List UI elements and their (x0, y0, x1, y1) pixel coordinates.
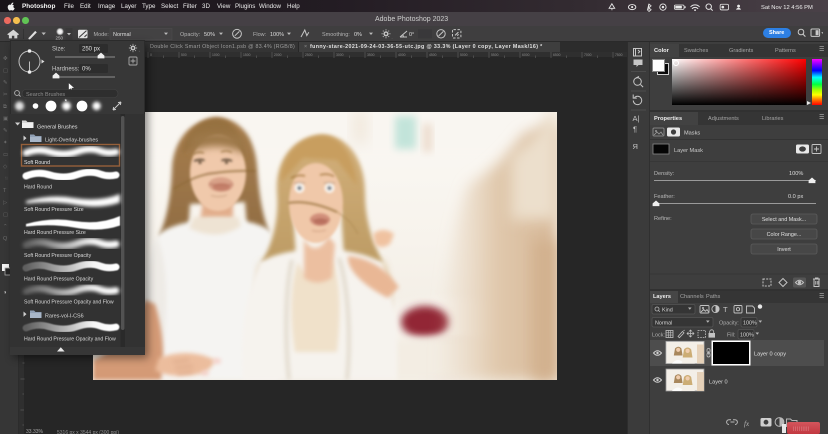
svg-text:Opacity:: Opacity: (180, 32, 201, 38)
svg-text:7000: 7000 (584, 53, 592, 57)
svg-text:Fill:: Fill: (727, 333, 735, 339)
svg-text:◾: ◾ (3, 176, 10, 182)
svg-text:General Brushes: General Brushes (37, 124, 78, 130)
svg-text:fx: fx (744, 420, 750, 428)
svg-text:Hard Round Pressure Size: Hard Round Pressure Size (24, 230, 86, 236)
svg-text:Layer 0 copy: Layer 0 copy (754, 352, 786, 358)
svg-text:5000: 5000 (460, 53, 468, 57)
svg-text:▢: ▢ (3, 212, 9, 218)
svg-text:500: 500 (181, 53, 187, 57)
svg-text:1500: 1500 (243, 53, 251, 57)
svg-text:0: 0 (150, 53, 152, 57)
svg-text:2000: 2000 (274, 53, 282, 57)
svg-text:0.0 px: 0.0 px (788, 194, 803, 200)
svg-text:Hard Round Pressure Opacity: Hard Round Pressure Opacity (24, 276, 94, 282)
svg-text:Size:: Size: (52, 46, 66, 52)
svg-text:Normal: Normal (655, 321, 672, 327)
svg-text:Opacity:: Opacity: (719, 321, 739, 327)
svg-text:0°: 0° (409, 32, 414, 38)
svg-text:▣: ▣ (3, 116, 9, 122)
svg-text:▢: ▢ (3, 68, 9, 74)
svg-text:Light-Overlay-brushes: Light-Overlay-brushes (45, 137, 98, 143)
svg-text:✂: ✂ (3, 92, 8, 98)
svg-text:Select and Mask...: Select and Mask... (762, 217, 806, 223)
svg-text:1000: 1000 (212, 53, 220, 57)
svg-text:250 px: 250 px (82, 46, 100, 52)
svg-text:✎: ✎ (3, 127, 8, 134)
svg-text:Normal: Normal (113, 32, 131, 38)
svg-text:4500: 4500 (429, 53, 437, 57)
svg-text:Hard Round Pressure Opacity an: Hard Round Pressure Opacity and Flow (24, 336, 116, 342)
svg-text:100%: 100% (740, 333, 754, 339)
svg-text:¶: ¶ (633, 125, 637, 134)
svg-text:✥: ✥ (3, 55, 8, 62)
svg-text:⧉: ⧉ (3, 104, 7, 110)
svg-text:Smoothing:: Smoothing: (322, 32, 350, 38)
svg-text:A|: A| (633, 114, 640, 123)
svg-text:Refine:: Refine: (654, 216, 672, 222)
svg-text:T: T (3, 188, 7, 194)
svg-text:Search Brushes: Search Brushes (26, 92, 65, 98)
svg-text:★: ★ (64, 97, 68, 102)
svg-text:Feather:: Feather: (654, 194, 675, 200)
svg-text:Invert: Invert (777, 247, 791, 253)
svg-text:Sat Nov 12 4:56 PM: Sat Nov 12 4:56 PM (761, 5, 813, 11)
svg-text:⌃: ⌃ (3, 223, 8, 230)
svg-text:Soft Round Pressure Opacity: Soft Round Pressure Opacity (24, 253, 92, 259)
svg-text:Я: Я (633, 142, 638, 151)
svg-text:Hard Round: Hard Round (24, 184, 52, 190)
svg-text:100%: 100% (270, 32, 284, 38)
svg-text:100%: 100% (789, 171, 803, 177)
svg-text:Flow:: Flow: (253, 32, 267, 38)
svg-text:3500: 3500 (367, 53, 375, 57)
svg-text:Masks: Masks (684, 131, 700, 137)
svg-text:3000: 3000 (336, 53, 344, 57)
svg-text:Q: Q (3, 236, 8, 242)
svg-text:.: . (139, 47, 140, 53)
svg-text:Mode:: Mode: (94, 32, 110, 38)
svg-text:6500: 6500 (553, 53, 561, 57)
svg-text:Soft Round: Soft Round (24, 160, 50, 166)
svg-text:100%: 100% (743, 321, 757, 327)
svg-text:0%: 0% (82, 66, 91, 72)
svg-text:▭: ▭ (3, 152, 9, 158)
svg-text:6000: 6000 (522, 53, 530, 57)
svg-text:Soft Round Pressure Size: Soft Round Pressure Size (24, 207, 84, 213)
svg-text:7500: 7500 (615, 53, 623, 57)
svg-text:Layer 0: Layer 0 (709, 380, 728, 386)
svg-text:◇: ◇ (3, 164, 8, 170)
svg-text:Hardness:: Hardness: (52, 66, 80, 72)
svg-text:◑: ◑ (3, 290, 7, 296)
svg-text:Lock:: Lock: (652, 333, 665, 339)
svg-text:2500: 2500 (305, 53, 313, 57)
svg-text:Density:: Density: (654, 171, 675, 177)
svg-text:50%: 50% (204, 32, 215, 38)
svg-text:Soft Round Pressure Opacity an: Soft Round Pressure Opacity and Flow (24, 299, 114, 305)
svg-text:▷: ▷ (3, 200, 8, 206)
svg-text:Kind: Kind (662, 308, 673, 314)
svg-text:4000: 4000 (398, 53, 406, 57)
svg-text:0%: 0% (354, 32, 362, 38)
svg-text:.: . (392, 35, 393, 40)
svg-text:Color Range...: Color Range... (767, 232, 802, 238)
svg-text:T: T (723, 305, 728, 314)
svg-text:Layer Mask: Layer Mask (674, 148, 703, 154)
svg-text:✦: ✦ (3, 139, 8, 146)
svg-text:Rares-vol-I-CS6: Rares-vol-I-CS6 (45, 313, 84, 319)
svg-text:5500: 5500 (491, 53, 499, 57)
svg-text:✎: ✎ (3, 79, 8, 86)
